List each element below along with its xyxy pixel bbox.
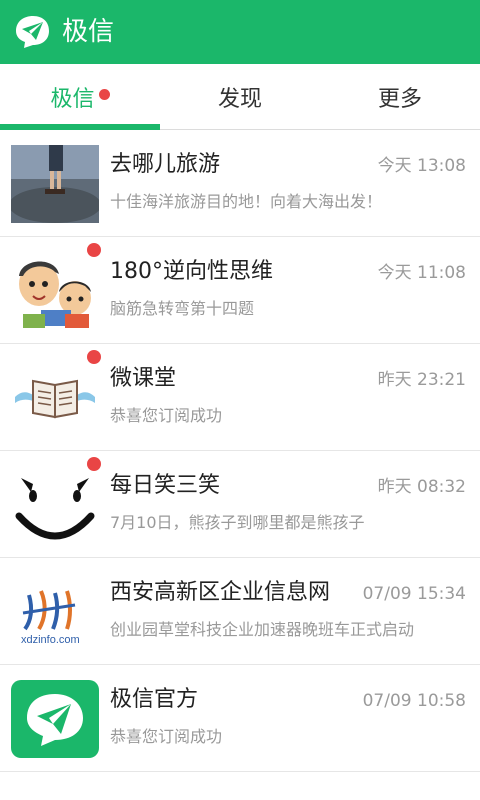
- conversation-name: 180°逆向性思维: [110, 259, 273, 284]
- unread-dot: [87, 350, 101, 364]
- conversation-time: 今天 13:08: [377, 156, 466, 176]
- list-item[interactable]: xdzinfo.com 西安高新区企业信息网 07/09 15:34 创业园草堂…: [0, 559, 480, 665]
- tab-jixin[interactable]: 极信: [0, 64, 160, 130]
- conversation-name: 极信官方: [110, 687, 199, 712]
- list-item[interactable]: 微课堂 昨天 23:21 恭喜您订阅成功: [0, 345, 480, 451]
- unread-dot: [87, 243, 101, 257]
- paper-plane-logo-icon: [16, 16, 49, 48]
- conversation-time: 今天 11:08: [377, 263, 466, 283]
- conversation-time: 07/09 10:58: [362, 691, 466, 711]
- conversation-name: 西安高新区企业信息网: [110, 580, 331, 605]
- conversation-preview: 恭喜您订阅成功: [110, 406, 223, 425]
- conversation-preview: 十佳海洋旅游目的地！向着大海出发！: [110, 192, 383, 211]
- conversation-preview: 恭喜您订阅成功: [110, 727, 223, 746]
- conversation-time: 昨天 23:21: [377, 370, 466, 390]
- list-item[interactable]: 每日笑三笑 昨天 08:32 7月10日，熊孩子到哪里都是熊孩子: [0, 452, 480, 558]
- tab-discover[interactable]: 发现: [160, 64, 320, 130]
- conversation-time: 昨天 08:32: [377, 477, 466, 497]
- list-item[interactable]: 180°逆向性思维 今天 11:08 脑筋急转弯第十四题: [0, 238, 480, 344]
- conversation-preview: 脑筋急转弯第十四题: [110, 299, 255, 318]
- cartoon-kids-avatar: [11, 252, 99, 330]
- tab-label: 极信: [50, 87, 95, 112]
- app-bar: 极信: [0, 0, 480, 64]
- conversation-name: 每日笑三笑: [110, 473, 221, 498]
- conversation-preview: 创业园草堂科技企业加速器晚班车正式启动: [110, 620, 415, 639]
- tab-label: 发现: [217, 87, 262, 112]
- conversation-name: 微课堂: [110, 366, 177, 391]
- xdzinfo-logo-text: xdzinfo.com: [21, 634, 80, 646]
- tab-bar: 极信 发现 更多: [0, 64, 480, 130]
- active-tab-indicator: [0, 124, 160, 130]
- list-item[interactable]: 去哪儿旅游 今天 13:08 十佳海洋旅游目的地！向着大海出发！: [0, 131, 480, 237]
- unread-dot: [98, 88, 110, 100]
- winged-book-avatar: [11, 359, 99, 437]
- list-item[interactable]: 极信官方 07/09 10:58 恭喜您订阅成功: [0, 666, 480, 772]
- unread-dot: [87, 457, 101, 471]
- app-title: 极信: [62, 17, 115, 47]
- smiley-face-avatar: [11, 466, 99, 544]
- conversation-time: 07/09 15:34: [362, 584, 466, 604]
- conversation-name: 去哪儿旅游: [110, 152, 221, 177]
- tab-label: 更多: [377, 87, 422, 112]
- conversation-preview: 7月10日，熊孩子到哪里都是熊孩子: [110, 513, 365, 532]
- tab-more[interactable]: 更多: [320, 64, 480, 130]
- jixin-official-avatar: [11, 680, 99, 758]
- travel-photo-avatar: [11, 145, 99, 223]
- xdzinfo-logo-avatar: xdzinfo.com: [11, 573, 99, 651]
